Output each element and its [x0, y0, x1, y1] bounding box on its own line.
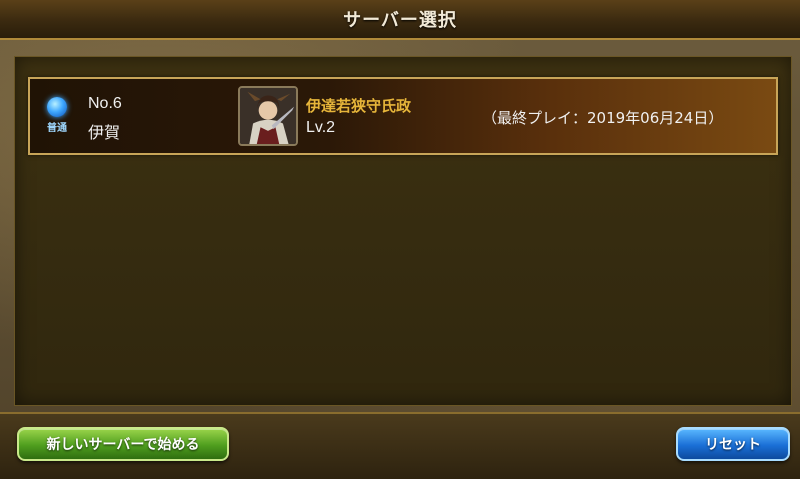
character-avatar-icon — [238, 86, 298, 146]
new-server-button[interactable]: 新しいサーバーで始める — [17, 427, 229, 461]
reset-button[interactable]: リセット — [676, 427, 790, 461]
status-label: 普通 — [47, 123, 67, 134]
character-portrait — [240, 88, 296, 144]
last-play-date: （最終プレイ：2019年06月24日） — [482, 109, 724, 127]
server-number: No.6 — [88, 95, 122, 112]
server-status: 普通 — [42, 97, 72, 134]
title-bar: サーバー選択 — [0, 0, 800, 40]
character-name: 伊達若狭守氏政 — [306, 97, 412, 115]
reset-button-label: リセット — [705, 437, 761, 453]
page-title: サーバー選択 — [343, 10, 457, 31]
character-level: Lv.2 — [306, 119, 336, 136]
status-orb-icon — [47, 97, 67, 117]
server-row[interactable]: 普通 No.6 伊賀 伊達若狭守氏政 Lv.2 （最終プレイ：2019年06月2… — [28, 77, 778, 155]
server-name: 伊賀 — [88, 123, 121, 142]
new-server-button-label: 新しいサーバーで始める — [46, 437, 200, 453]
